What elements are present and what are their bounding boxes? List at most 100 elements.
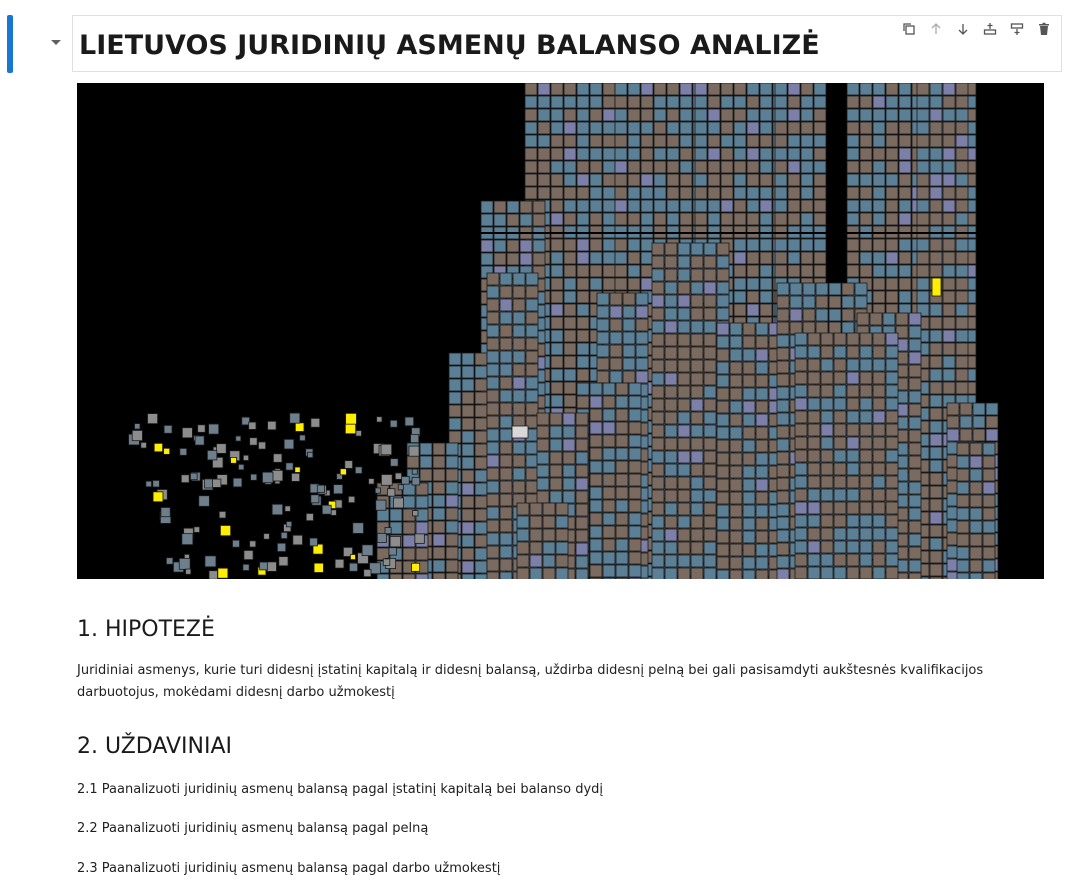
insert-above-button[interactable] xyxy=(976,20,1003,38)
tower-cube xyxy=(885,553,899,567)
tower-cube xyxy=(776,334,790,348)
tower-cube xyxy=(720,134,734,148)
tower-cube xyxy=(729,400,743,414)
tower-cube xyxy=(916,290,930,304)
tower-cube xyxy=(651,359,665,373)
tower-cube xyxy=(841,308,855,322)
move-up-button[interactable] xyxy=(922,20,949,38)
scatter-cube xyxy=(242,454,249,461)
tower-cube xyxy=(859,475,873,489)
tower-cube xyxy=(716,361,730,375)
tower-cube xyxy=(651,255,665,269)
tower-cube xyxy=(956,507,970,521)
tower-cube xyxy=(956,442,970,456)
tower-cube xyxy=(532,213,546,227)
tower-cube xyxy=(929,121,943,135)
tower-cube xyxy=(787,108,801,122)
tower-cube xyxy=(707,108,721,122)
tower-cube xyxy=(774,212,788,226)
scatter-cube xyxy=(208,423,220,435)
tower-cube xyxy=(474,443,488,457)
tower-cube xyxy=(908,520,922,534)
move-down-button[interactable] xyxy=(949,20,976,38)
tower-cube xyxy=(813,186,827,200)
tower-cube xyxy=(596,344,610,358)
hypothesis-text: Juridiniai asmenys, kurie turi didesnį į… xyxy=(77,663,984,700)
tower-cube xyxy=(576,186,590,200)
tower-cube xyxy=(929,459,943,473)
scatter-cube xyxy=(160,507,171,518)
tower-cube xyxy=(755,504,769,518)
tower-cube xyxy=(885,449,899,463)
tower-cube xyxy=(776,399,790,413)
markdown-cell-header[interactable]: LIETUVOS JURIDINIŲ ASMENŲ BALANSO ANALIZ… xyxy=(72,15,1062,72)
tower-cube xyxy=(524,83,538,96)
tower-cube xyxy=(729,374,743,388)
tower-cube xyxy=(376,573,390,579)
tower-cube xyxy=(733,277,747,291)
tower-cube xyxy=(982,494,996,508)
tower-cube xyxy=(486,350,500,364)
tower-cube xyxy=(549,412,563,426)
tower-cube xyxy=(486,506,500,520)
tower-cube xyxy=(846,121,860,135)
tower-cube xyxy=(729,504,743,518)
tower-cube xyxy=(872,212,886,226)
tower-cube xyxy=(524,160,538,174)
tower-cube xyxy=(445,533,459,547)
tower-cube xyxy=(589,134,603,148)
tower-cube xyxy=(929,368,943,382)
tower-cube xyxy=(833,501,847,515)
scatter-cube xyxy=(163,424,173,434)
tower-cube xyxy=(729,361,743,375)
tower-cube xyxy=(908,429,922,443)
tower-cube xyxy=(690,502,704,516)
tower-cube xyxy=(872,423,886,437)
tower-cube xyxy=(512,376,526,390)
tower-cube xyxy=(445,494,459,508)
tower-cube xyxy=(854,282,868,296)
tower-cube xyxy=(627,238,641,252)
tower-cube xyxy=(486,311,500,325)
scatter-cube xyxy=(368,478,375,485)
collapse-caret-icon[interactable] xyxy=(51,40,61,45)
tower-cube xyxy=(615,499,629,513)
tower-cube xyxy=(802,308,816,322)
scatter-cube xyxy=(232,477,243,488)
tower-cube xyxy=(589,395,603,409)
tower-cube xyxy=(602,434,616,448)
tower-cube xyxy=(555,541,569,555)
tower-cube xyxy=(516,515,530,529)
tower-cube xyxy=(985,428,999,442)
tower-cube xyxy=(602,460,616,474)
tower-cube xyxy=(841,295,855,309)
tower-cube xyxy=(733,121,747,135)
tower-cube xyxy=(729,452,743,466)
tower-cube xyxy=(859,212,873,226)
tower-cube xyxy=(929,524,943,538)
tower-cube xyxy=(461,560,475,574)
tower-cube xyxy=(859,527,873,541)
insert-below-button[interactable] xyxy=(1003,20,1030,38)
tower-cube xyxy=(742,400,756,414)
tower-cube xyxy=(942,212,956,226)
tower-cube xyxy=(690,255,704,269)
tower-cube xyxy=(720,160,734,174)
tower-cube xyxy=(716,556,730,570)
tower-cube xyxy=(537,186,551,200)
tower-cube xyxy=(627,199,641,213)
tower-cube xyxy=(694,95,708,109)
tower-cube xyxy=(432,520,446,534)
tower-cube xyxy=(506,213,520,227)
tower-cube xyxy=(419,442,433,456)
tower-cube xyxy=(859,371,873,385)
tower-cube xyxy=(615,473,629,487)
tower-cube xyxy=(651,541,665,555)
tower-cube xyxy=(815,308,829,322)
tower-cube xyxy=(794,475,808,489)
tower-cube xyxy=(614,238,628,252)
tower-cube xyxy=(794,371,808,385)
duplicate-cell-button[interactable] xyxy=(895,20,922,38)
delete-cell-button[interactable] xyxy=(1030,20,1057,38)
tower-cube xyxy=(846,212,860,226)
